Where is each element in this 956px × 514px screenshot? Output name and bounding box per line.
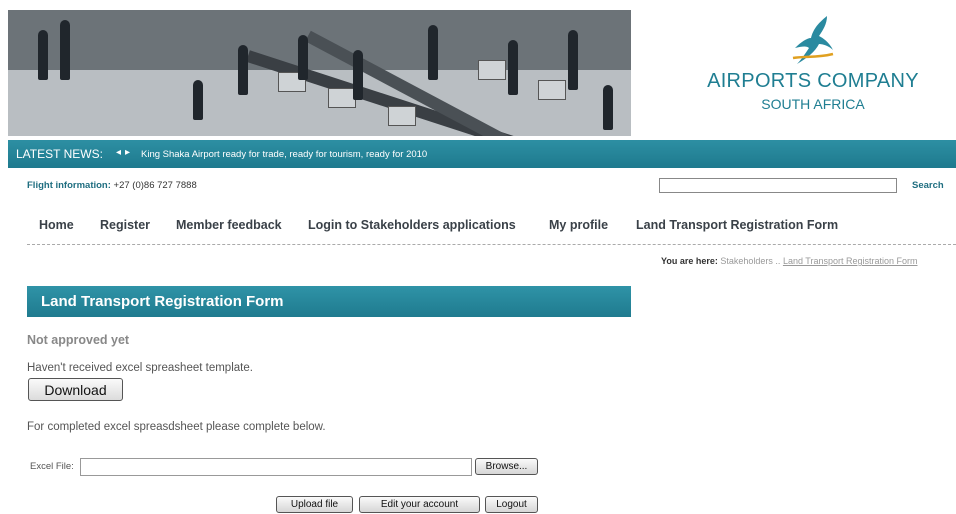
photo-person [353,50,363,100]
breadcrumb-link-current[interactable]: Land Transport Registration Form [783,256,918,266]
flight-information: Flight information: +27 (0)86 727 7888 [27,180,197,191]
menu-divider [27,244,956,245]
excel-file-label: Excel File: [30,461,74,472]
page-title: Land Transport Registration Form [41,293,284,310]
menu-item-login-stakeholders[interactable]: Login to Stakeholders applications [308,218,516,232]
photo-person [568,30,578,90]
photo-person [38,30,48,80]
menu-item-land-transport[interactable]: Land Transport Registration Form [636,218,838,232]
photo-person [238,45,248,95]
latest-news-bar: LATEST NEWS: ◂ ▸ King Shaka Airport ready… [8,140,956,168]
breadcrumb: You are here: Stakeholders .. Land Trans… [661,256,918,266]
bird-figure-icon [792,16,834,64]
menu-item-member-feedback[interactable]: Member feedback [176,218,282,232]
logout-button[interactable]: Logout [485,496,538,513]
completed-text: For completed excel spreasdsheet please … [27,421,326,433]
header-photo [8,10,631,136]
photo-person [603,85,613,130]
news-arrows: ◂ ▸ [116,147,134,158]
search-button[interactable]: Search [912,180,944,191]
acsa-logo[interactable]: AIRPORTS COMPANY SOUTH AFRICA [700,10,926,120]
browse-button[interactable]: Browse... [475,458,538,475]
menu-item-my-profile[interactable]: My profile [549,218,608,232]
menu-item-home[interactable]: Home [39,218,74,232]
download-button[interactable]: Download [28,378,123,401]
template-text: Haven't received excel spreasheet templa… [27,362,253,374]
news-prev-arrow-icon[interactable]: ◂ [116,147,121,158]
menu-item-register[interactable]: Register [100,218,150,232]
breadcrumb-prefix: You are here: [661,256,718,266]
photo-desk [478,60,506,80]
news-headline-link[interactable]: King Shaka Airport ready for trade, read… [141,149,427,160]
photo-person [508,40,518,95]
form-title-bar: Land Transport Registration Form [27,286,631,317]
breadcrumb-link-stakeholders[interactable]: Stakeholders .. [720,256,780,266]
flight-information-label: Flight information: [27,180,111,191]
photo-person [428,25,438,80]
photo-desk [328,88,356,108]
search-input[interactable] [659,178,897,193]
photo-person [193,80,203,120]
logo-title: AIRPORTS COMPANY [707,70,919,92]
excel-file-input[interactable] [80,458,472,476]
upload-file-button[interactable]: Upload file [276,496,353,513]
flight-information-number: +27 (0)86 727 7888 [113,180,197,191]
news-next-arrow-icon[interactable]: ▸ [125,147,130,158]
latest-news-label: LATEST NEWS: [16,147,103,161]
photo-person [298,35,308,80]
photo-desk [388,106,416,126]
photo-person [60,20,70,80]
edit-account-button[interactable]: Edit your account [359,496,480,513]
approval-status: Not approved yet [27,333,130,347]
logo-subtitle: SOUTH AFRICA [761,96,865,112]
photo-desk [538,80,566,100]
